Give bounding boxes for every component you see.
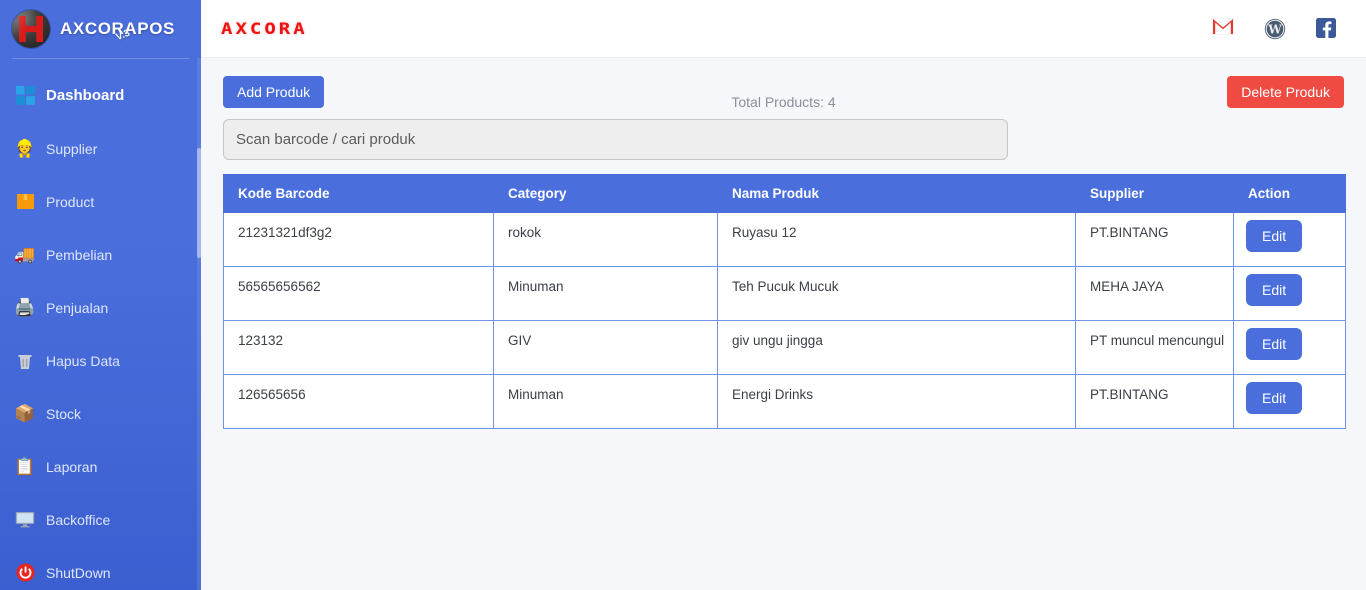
content-area: Add Produk Total Products: 4 Delete Prod… bbox=[201, 58, 1366, 590]
power-off-icon bbox=[14, 562, 36, 584]
clipboard-report-icon: 📋 bbox=[14, 457, 36, 476]
cell-barcode: 126565656 bbox=[223, 374, 494, 429]
facebook-icon[interactable] bbox=[1316, 17, 1338, 40]
cell-supplier: MEHA JAYA bbox=[1075, 266, 1234, 321]
receipt-printer-icon: 🖨️ bbox=[14, 298, 36, 317]
column-header-action: Action bbox=[1233, 174, 1346, 213]
sidebar-item-product[interactable]: Product bbox=[0, 175, 201, 228]
cell-action: Edit bbox=[1233, 266, 1346, 321]
table-header: Kode Barcode Category Nama Produk Suppli… bbox=[223, 174, 1346, 213]
sidebar-item-label: Stock bbox=[46, 405, 82, 422]
app-root: AXCORAPOS V.3 Dashboard 👷 Supplier Produ… bbox=[0, 0, 1366, 590]
delivery-truck-icon: 🚚 bbox=[14, 245, 36, 264]
topbar-icons: W bbox=[1211, 17, 1338, 40]
search-wrapper bbox=[223, 119, 1344, 160]
edit-button[interactable]: Edit bbox=[1246, 274, 1303, 306]
column-header-supplier: Supplier bbox=[1075, 174, 1234, 213]
sidebar-item-pembelian[interactable]: 🚚 Pembelian bbox=[0, 228, 201, 281]
cell-name: Energi Drinks bbox=[717, 374, 1076, 429]
package-box-icon: 📦 bbox=[14, 404, 36, 423]
edit-button[interactable]: Edit bbox=[1246, 220, 1303, 252]
app-logo-icon bbox=[12, 10, 50, 48]
sidebar-item-label: Hapus Data bbox=[46, 352, 120, 369]
sidebar-item-hapus-data[interactable]: Hapus Data bbox=[0, 334, 201, 387]
cell-action: Edit bbox=[1233, 212, 1346, 267]
main-column: AXCORA W Add Produk Total Products: 4 De… bbox=[201, 0, 1366, 590]
delete-produk-button[interactable]: Delete Produk bbox=[1227, 76, 1344, 108]
cell-supplier: PT muncul mencungul bbox=[1075, 320, 1234, 375]
cell-barcode: 56565656562 bbox=[223, 266, 494, 321]
cell-supplier: PT.BINTANG bbox=[1075, 374, 1234, 429]
sidebar-item-label: Laporan bbox=[46, 458, 98, 475]
table-header-row: Kode Barcode Category Nama Produk Suppli… bbox=[223, 174, 1346, 213]
svg-text:W: W bbox=[1267, 22, 1282, 36]
sidebar: AXCORAPOS V.3 Dashboard 👷 Supplier Produ… bbox=[0, 0, 201, 590]
axcora-logo: AXCORA bbox=[221, 19, 308, 38]
sidebar-item-label: Dashboard bbox=[46, 87, 125, 104]
trash-bin-icon bbox=[14, 350, 36, 372]
gmail-icon[interactable] bbox=[1211, 17, 1235, 40]
edit-button[interactable]: Edit bbox=[1246, 328, 1303, 360]
cell-name: Ruyasu 12 bbox=[717, 212, 1076, 267]
table-row: 56565656562 Minuman Teh Pucuk Mucuk MEHA… bbox=[223, 266, 1346, 321]
windows-grid-icon bbox=[14, 85, 36, 107]
sidebar-item-laporan[interactable]: 📋 Laporan bbox=[0, 440, 201, 493]
total-products-label: Total Products: 4 bbox=[731, 94, 836, 110]
table-row: 126565656 Minuman Energi Drinks PT.BINTA… bbox=[223, 374, 1346, 429]
products-table-wrapper: Kode Barcode Category Nama Produk Suppli… bbox=[223, 174, 1346, 429]
column-header-kode-barcode: Kode Barcode bbox=[223, 174, 494, 213]
sidebar-item-stock[interactable]: 📦 Stock bbox=[0, 387, 201, 440]
search-input[interactable] bbox=[223, 119, 1008, 160]
sidebar-item-shutdown[interactable]: ShutDown bbox=[0, 546, 201, 590]
sidebar-item-dashboard[interactable]: Dashboard bbox=[0, 69, 201, 122]
sidebar-item-label: Supplier bbox=[46, 140, 98, 157]
sidebar-item-label: Pembelian bbox=[46, 246, 113, 263]
column-header-category: Category bbox=[493, 174, 718, 213]
add-produk-button[interactable]: Add Produk bbox=[223, 76, 325, 108]
sidebar-item-label: ShutDown bbox=[46, 564, 111, 581]
sidebar-item-label: Penjualan bbox=[46, 299, 109, 316]
wordpress-icon[interactable]: W bbox=[1264, 18, 1286, 40]
cell-action: Edit bbox=[1233, 320, 1346, 375]
table-row: 123132 GIV giv ungu jingga PT muncul men… bbox=[223, 320, 1346, 375]
sidebar-nav: Dashboard 👷 Supplier Product 🚚 Pembelian… bbox=[0, 59, 201, 590]
cell-barcode: 21231321df3g2 bbox=[223, 212, 494, 267]
package-box-icon bbox=[14, 191, 36, 213]
supplier-worker-icon: 👷 bbox=[14, 139, 36, 158]
sidebar-item-supplier[interactable]: 👷 Supplier bbox=[0, 122, 201, 175]
brand: AXCORAPOS V.3 bbox=[0, 0, 201, 58]
cell-barcode: 123132 bbox=[223, 320, 494, 375]
toolbar-row: Add Produk Total Products: 4 Delete Prod… bbox=[223, 76, 1344, 110]
topbar: AXCORA W bbox=[201, 0, 1366, 58]
cell-action: Edit bbox=[1233, 374, 1346, 429]
cell-name: giv ungu jingga bbox=[717, 320, 1076, 375]
column-header-nama-produk: Nama Produk bbox=[717, 174, 1076, 213]
cell-category: Minuman bbox=[493, 374, 718, 429]
edit-button[interactable]: Edit bbox=[1246, 382, 1303, 414]
sidebar-item-penjualan[interactable]: 🖨️ Penjualan bbox=[0, 281, 201, 334]
cell-category: rokok bbox=[493, 212, 718, 267]
products-table: Kode Barcode Category Nama Produk Suppli… bbox=[223, 174, 1346, 429]
table-body: 21231321df3g2 rokok Ruyasu 12 PT.BINTANG… bbox=[223, 212, 1346, 429]
cell-supplier: PT.BINTANG bbox=[1075, 212, 1234, 267]
sidebar-item-label: Backoffice bbox=[46, 511, 111, 528]
sidebar-item-backoffice[interactable]: Backoffice bbox=[0, 493, 201, 546]
cell-category: Minuman bbox=[493, 266, 718, 321]
desktop-monitor-icon bbox=[14, 509, 36, 531]
table-row: 21231321df3g2 rokok Ruyasu 12 PT.BINTANG… bbox=[223, 212, 1346, 267]
cell-name: Teh Pucuk Mucuk bbox=[717, 266, 1076, 321]
brand-title: AXCORAPOS bbox=[60, 19, 175, 38]
sidebar-item-label: Product bbox=[46, 193, 95, 210]
cell-category: GIV bbox=[493, 320, 718, 375]
